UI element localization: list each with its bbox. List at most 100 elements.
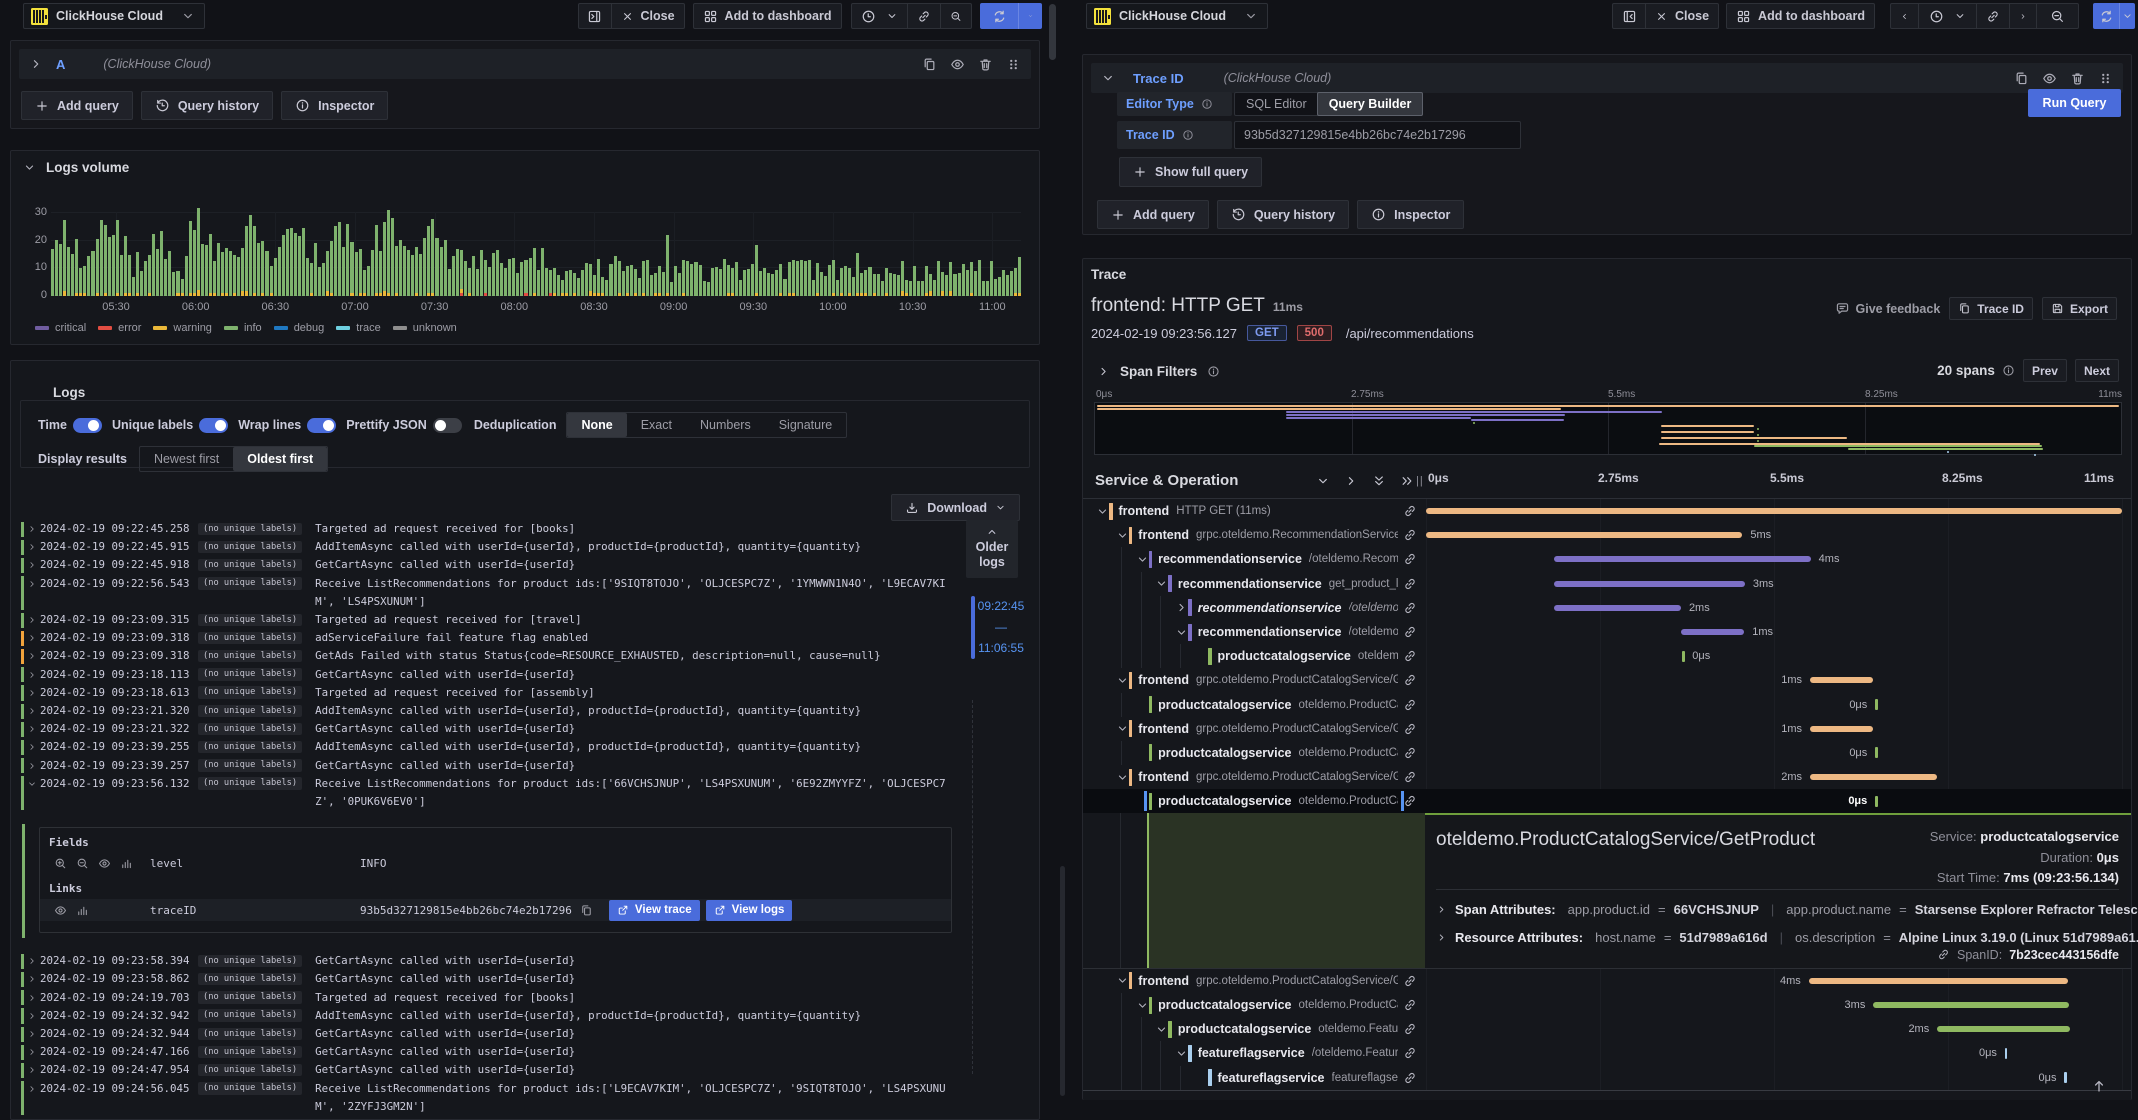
span-expander-icon[interactable]	[1155, 577, 1168, 590]
run-query-refresh-button[interactable]	[2093, 3, 2135, 29]
span-attributes-row[interactable]: Span Attributes: app.product.id = 66VCHSJN…	[1436, 902, 2138, 917]
link-icon[interactable]	[1403, 528, 1417, 542]
log-time-range-indicator[interactable]: 09:22:45 — 11:06:55	[971, 596, 1029, 659]
span-expander-icon[interactable]	[1195, 650, 1208, 663]
log-row[interactable]: 2024-02-19 09:23:58.394 (no unique label…	[11, 952, 1003, 970]
chevron-right-icon[interactable]	[27, 575, 40, 589]
span-bar[interactable]	[1810, 774, 1937, 781]
span-timeline-cell[interactable]: 1ms	[1426, 717, 2122, 741]
legend-item[interactable]: critical	[35, 322, 86, 334]
trace-id-button[interactable]: Trace ID	[1949, 297, 2033, 320]
trace-minimap[interactable]: 0μs 2.75ms 5.5ms 8.25ms 11ms	[1094, 389, 2122, 457]
link-icon[interactable]	[1403, 1046, 1417, 1060]
span-row[interactable]: frontend grpc.oteldemo.ProductCatalogSer…	[1083, 765, 2131, 789]
chevron-right-icon[interactable]	[27, 629, 40, 643]
span-timeline-cell[interactable]: 2ms	[1426, 596, 2122, 620]
span-timeline-cell[interactable]: 1ms	[1426, 668, 2122, 692]
split-close-left-icon[interactable]	[1613, 4, 1645, 28]
chevron-right-icon[interactable]	[27, 611, 40, 625]
span-timeline-cell[interactable]: 0μs	[1426, 789, 2122, 813]
close-split-button[interactable]: Close	[1645, 4, 1718, 28]
span-bar[interactable]	[1875, 747, 1878, 759]
span-timeline-cell[interactable]: 1ms	[1426, 620, 2122, 644]
info-circle-icon[interactable]	[2002, 364, 2015, 377]
legend-item[interactable]: unknown	[392, 322, 457, 334]
chevron-right-icon[interactable]	[27, 738, 40, 752]
chevron-right-icon[interactable]	[27, 1025, 40, 1039]
chevron-right-icon[interactable]	[27, 1061, 40, 1075]
span-row[interactable]: frontend grpc.oteldemo.ProductCatalogSer…	[1083, 969, 2131, 993]
log-row[interactable]: 2024-02-19 09:23:21.322 (no unique label…	[11, 720, 1003, 738]
link-icon[interactable]	[1403, 1022, 1417, 1036]
span-bar[interactable]	[1875, 795, 1878, 807]
left-pane-scrollbar[interactable]	[1049, 4, 1056, 60]
resource-attributes-row[interactable]: Resource Attributes: host.name = 51d7989a6…	[1436, 930, 2138, 945]
span-bar[interactable]	[1554, 580, 1745, 587]
show-full-query-button[interactable]: Show full query	[1119, 157, 1263, 187]
span-bar[interactable]	[1554, 556, 1811, 563]
up-arrow-icon[interactable]	[2091, 1078, 2107, 1094]
link-icon[interactable]	[1403, 601, 1417, 615]
log-row[interactable]: 2024-02-19 09:22:45.915 (no unique label…	[11, 538, 1003, 556]
time-picker-button[interactable]	[852, 4, 907, 28]
log-row[interactable]: 2024-02-19 09:23:56.132 (no unique label…	[11, 775, 1003, 811]
query-history-button[interactable]: Query history	[1216, 200, 1350, 229]
chevron-right-icon[interactable]	[27, 952, 40, 966]
chevron-right-icon[interactable]	[27, 720, 40, 734]
log-row[interactable]: 2024-02-19 09:24:19.703 (no unique label…	[11, 989, 1003, 1007]
double-chevron-right-icon[interactable]	[1400, 474, 1414, 488]
span-row[interactable]: productcatalogservice oteldemo.ProductCa…	[1083, 740, 2131, 766]
trash-icon[interactable]	[2070, 71, 2085, 86]
span-row[interactable]: productcatalogservice oteldemo.FeatureFl…	[1083, 1017, 2131, 1042]
legend-item[interactable]: warning	[153, 322, 212, 334]
span-bar[interactable]	[1554, 604, 1681, 611]
run-query-refresh-button[interactable]	[980, 3, 1042, 29]
chevron-right-icon[interactable]	[27, 1080, 40, 1094]
log-row[interactable]: 2024-02-19 09:24:47.954 (no unique label…	[11, 1061, 1003, 1079]
link-icon[interactable]	[906, 4, 940, 28]
span-timeline-cell[interactable]: 2ms	[1426, 765, 2122, 789]
datasource-picker[interactable]: ClickHouse Cloud	[23, 3, 205, 29]
span-timeline-cell[interactable]: 2ms	[1426, 1017, 2122, 1041]
drag-handle-icon[interactable]	[1006, 57, 1021, 72]
span-row[interactable]: featureflagservice /oteldemo.FeatureFlag…	[1083, 1041, 2131, 1066]
give-feedback-button[interactable]: Give feedback	[1835, 301, 1940, 316]
time-back-button[interactable]	[1891, 4, 1918, 28]
span-bar[interactable]	[1681, 629, 1745, 636]
span-expander-icon[interactable]	[1136, 553, 1149, 566]
editor-type-option[interactable]: Query Builder	[1316, 92, 1424, 116]
chevron-right-icon[interactable]	[27, 757, 40, 771]
span-timeline-cell[interactable]: 0μs	[1426, 1066, 2122, 1090]
download-button[interactable]: Download	[891, 494, 1020, 521]
span-row[interactable]: frontend grpc.oteldemo.RecommendationSer…	[1083, 523, 2131, 547]
export-button[interactable]: Export	[2041, 297, 2117, 320]
span-expander-icon[interactable]	[1175, 601, 1188, 614]
query-row-header[interactable]: A (ClickHouse Cloud)	[19, 49, 1031, 79]
zoom-out-icon[interactable]	[2036, 4, 2078, 28]
drag-handle-icon[interactable]	[2098, 71, 2113, 86]
editor-type-option[interactable]: SQL Editor	[1235, 93, 1318, 115]
add-query-button[interactable]: Add query	[21, 91, 133, 120]
next-button[interactable]: Next	[2074, 359, 2119, 382]
search-plus-icon[interactable]	[54, 857, 67, 870]
time-toggle[interactable]	[72, 417, 102, 433]
chevron-right-icon[interactable]	[27, 702, 40, 716]
span-row[interactable]: productcatalogservice oteldemo.ProductCa…	[1083, 692, 2131, 717]
refresh-interval-dropdown[interactable]	[2119, 3, 2135, 29]
bar-chart-icon[interactable]	[120, 857, 133, 870]
log-row[interactable]: 2024-02-19 09:23:09.315 (no unique label…	[11, 611, 1003, 629]
link-icon[interactable]	[1403, 1071, 1417, 1085]
add-query-button[interactable]: Add query	[1097, 200, 1209, 229]
link-icon[interactable]	[1403, 794, 1417, 808]
link-icon[interactable]	[1937, 948, 1950, 961]
span-bar[interactable]	[1873, 1002, 2070, 1009]
span-row[interactable]: productcatalogservice oteldemo.ProductCa…	[1083, 789, 2131, 814]
chevron-right-icon[interactable]	[27, 989, 40, 1003]
log-row[interactable]: 2024-02-19 09:23:58.862 (no unique label…	[11, 970, 1003, 988]
span-timeline-cell[interactable]: 0μs	[1426, 693, 2122, 717]
chevron-right-icon[interactable]	[27, 520, 40, 534]
wrap-lines-toggle[interactable]	[307, 417, 337, 433]
span-timeline-cell[interactable]: 0μs	[1426, 644, 2122, 668]
inspector-button[interactable]: Inspector	[1357, 200, 1465, 229]
order-option[interactable]: Oldest first	[233, 446, 328, 471]
